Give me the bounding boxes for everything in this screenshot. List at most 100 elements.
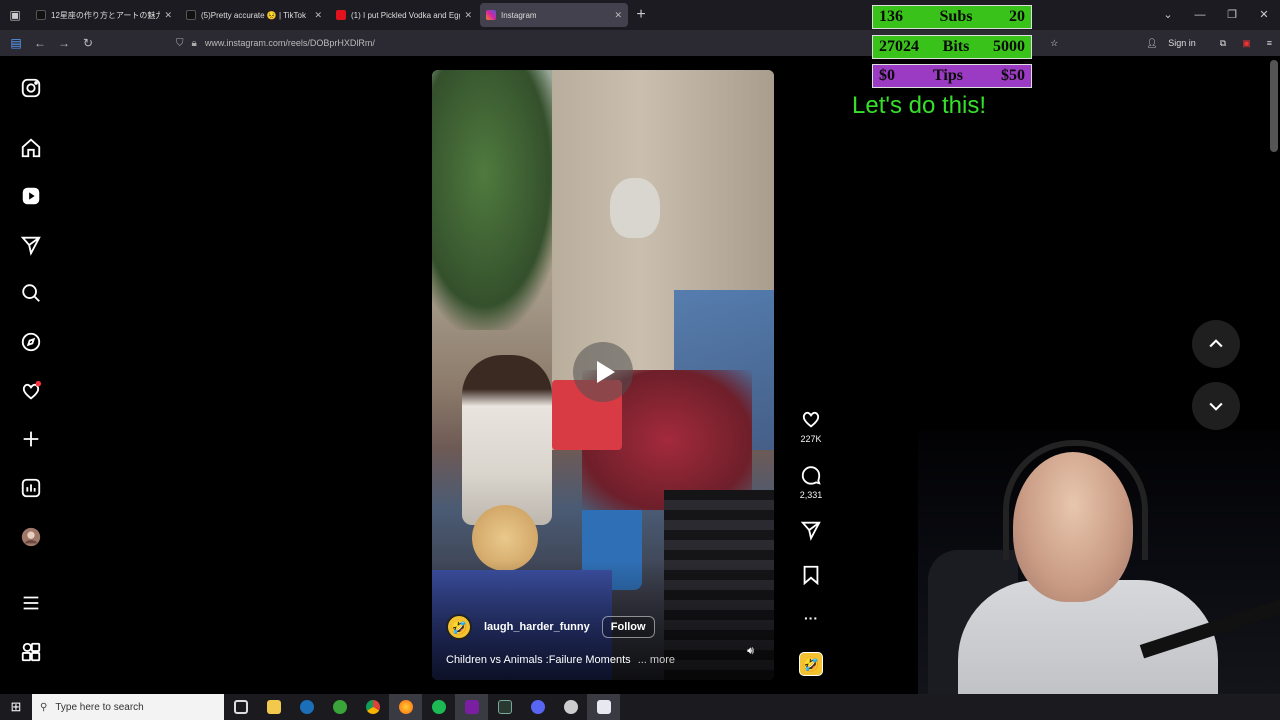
nzxt-icon[interactable] xyxy=(455,694,488,720)
page-scrollbar[interactable] xyxy=(1270,60,1278,152)
also-from-meta-icon[interactable] xyxy=(16,637,46,667)
reload-button[interactable]: ↻ xyxy=(76,36,100,50)
follow-button[interactable]: Follow xyxy=(601,616,655,638)
instagram-logo-icon[interactable] xyxy=(16,73,46,103)
tab-title: (1) I put Pickled Vodka and Egg xyxy=(351,10,461,20)
browser-tab[interactable]: (5)Pretty accurate 😣 | TikTok ✕ xyxy=(180,3,328,27)
taskbar-search[interactable]: ⚲ Type here to search xyxy=(32,694,224,720)
video-frame-child xyxy=(462,355,552,525)
list-all-tabs-button[interactable]: ⌄ xyxy=(1152,0,1184,30)
toolbar-right: ☆ 👤︎ Sign in ⧉ ▣ ≡ xyxy=(1042,30,1280,56)
tab-list-button[interactable]: ▣ xyxy=(0,0,30,30)
settings-icon[interactable] xyxy=(554,694,587,720)
chrome-icon[interactable] xyxy=(356,694,389,720)
search-icon[interactable] xyxy=(16,278,46,308)
browser-tab[interactable]: (1) I put Pickled Vodka and Egg ✕ xyxy=(330,3,478,27)
chevron-up-icon xyxy=(1209,339,1223,348)
heart-icon[interactable] xyxy=(800,408,822,430)
browser-tab[interactable]: 12星座の作り方とアートの魅力 ✕ xyxy=(30,3,178,27)
tab-close-icon[interactable]: ✕ xyxy=(164,10,172,21)
bookmark-star-icon[interactable]: ☆ xyxy=(1050,38,1058,49)
tracking-protection-icon[interactable]: ⛉ xyxy=(176,38,184,49)
tab-close-icon[interactable]: ✕ xyxy=(314,10,322,21)
mute-toggle-icon[interactable]: 🔊︎ xyxy=(747,645,754,658)
windows-taskbar: ⊞ ⚲ Type here to search xyxy=(0,694,1280,720)
video-frame-monkey xyxy=(610,178,660,238)
sign-in-button[interactable]: 👤︎ Sign in xyxy=(1146,38,1203,49)
windows-start-icon[interactable]: ⊞ xyxy=(0,699,32,715)
tab-close-icon[interactable]: ✕ xyxy=(614,10,622,21)
taskbar-search-placeholder[interactable]: Type here to search xyxy=(55,702,143,713)
tips-goal: $0 Tips $50 xyxy=(872,64,1032,88)
close-window-button[interactable]: ✕ xyxy=(1248,0,1280,30)
forward-button[interactable]: → xyxy=(52,36,76,50)
previous-reel-button[interactable] xyxy=(1192,320,1240,368)
url-text[interactable]: www.instagram.com/reels/DOBprHXDlRm/ xyxy=(205,38,375,48)
firefox-icon[interactable] xyxy=(389,694,422,720)
create-plus-icon[interactable] xyxy=(16,424,46,454)
browser-nav-bar: ▤ ← → ↻ ⛉ 🔒︎ www.instagram.com/reels/DOB… xyxy=(0,30,1280,56)
xbox-icon[interactable] xyxy=(323,694,356,720)
like-action[interactable]: 227K xyxy=(793,408,829,444)
author-avatar[interactable]: 🤣 xyxy=(446,614,472,640)
messages-icon[interactable] xyxy=(16,230,46,260)
app-menu-icon[interactable]: ≡ xyxy=(1267,38,1272,48)
bookmark-icon[interactable] xyxy=(800,564,822,586)
comment-action[interactable]: 2,331 xyxy=(793,464,829,500)
browser-tab-active[interactable]: Instagram ✕ xyxy=(480,3,628,27)
instagram-favicon-icon xyxy=(486,10,496,20)
task-view-icon[interactable] xyxy=(224,694,257,720)
steam-icon[interactable] xyxy=(290,694,323,720)
back-button[interactable]: ← xyxy=(28,36,52,50)
goal-label: Subs xyxy=(939,8,973,25)
extensions-icon[interactable]: ⧉ xyxy=(1220,38,1226,49)
audio-thumbnail[interactable]: 🤣 xyxy=(799,652,823,676)
lock-icon[interactable]: 🔒︎ xyxy=(192,38,197,49)
shield-app-icon[interactable] xyxy=(587,694,620,720)
instagram-sidebar xyxy=(0,56,62,694)
reel-video[interactable]: 🤣 laugh_harder_funny Follow Children vs … xyxy=(432,70,774,680)
youtube-favicon-icon xyxy=(336,10,346,20)
explore-icon[interactable] xyxy=(16,327,46,357)
sign-in-label: Sign in xyxy=(1168,37,1196,48)
streamer-webcam xyxy=(918,430,1280,720)
discord-icon[interactable] xyxy=(521,694,554,720)
search-icon: ⚲ xyxy=(40,701,48,713)
goal-label: Tips xyxy=(933,67,963,84)
browser-tab-bar: ▣ 12星座の作り方とアートの魅力 ✕ (5)Pretty accurate 😣… xyxy=(0,0,1280,30)
goal-current: 27024 xyxy=(879,38,919,55)
profile-avatar-icon[interactable] xyxy=(16,522,46,552)
spotify-icon[interactable] xyxy=(422,694,455,720)
more-options-button[interactable]: ··· xyxy=(793,610,829,626)
share-action[interactable] xyxy=(793,519,829,541)
terminal-icon[interactable] xyxy=(488,694,521,720)
next-reel-button[interactable] xyxy=(1192,382,1240,430)
like-count: 227K xyxy=(800,434,822,444)
tab-title: (5)Pretty accurate 😣 | TikTok xyxy=(201,10,306,20)
sidebar-toggle-icon[interactable]: ▤ xyxy=(4,36,28,50)
home-icon[interactable] xyxy=(16,133,46,163)
headset-icon xyxy=(1003,440,1148,560)
dashboard-icon[interactable] xyxy=(16,473,46,503)
author-username[interactable]: laugh_harder_funny xyxy=(484,621,590,633)
restore-button[interactable]: ❐ xyxy=(1216,0,1248,30)
goal-target: 5000 xyxy=(992,38,1025,55)
caption-more-link[interactable]: ... more xyxy=(638,654,675,666)
play-button[interactable] xyxy=(573,342,633,402)
tab-close-icon[interactable]: ✕ xyxy=(464,10,472,21)
comment-icon[interactable] xyxy=(800,464,822,486)
reels-icon[interactable] xyxy=(16,181,46,211)
notifications-heart-icon[interactable] xyxy=(16,376,46,406)
new-tab-button[interactable]: + xyxy=(630,6,652,24)
original-audio[interactable]: 🤣 xyxy=(793,652,829,676)
tiktok-favicon-icon xyxy=(36,10,46,20)
window-controls: ⌄ — ❐ ✕ xyxy=(1152,0,1280,30)
minimize-button[interactable]: — xyxy=(1184,0,1216,30)
save-action[interactable] xyxy=(793,564,829,586)
share-icon[interactable] xyxy=(800,519,822,541)
more-menu-icon[interactable] xyxy=(16,588,46,618)
extension-badge-icon[interactable]: ▣ xyxy=(1242,38,1251,49)
goal-target: $50 xyxy=(1000,67,1025,84)
file-explorer-icon[interactable] xyxy=(257,694,290,720)
tab-title: 12星座の作り方とアートの魅力 xyxy=(51,10,161,20)
